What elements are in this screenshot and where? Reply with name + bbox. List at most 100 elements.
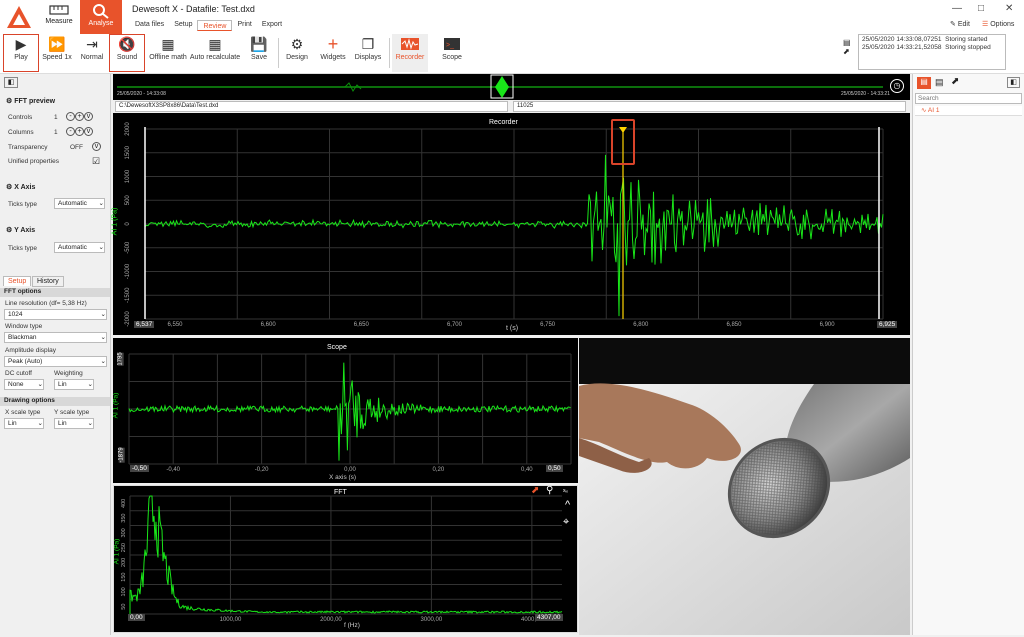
x-ticks-label: Ticks type: [8, 201, 38, 208]
amplitude-label: Amplitude display: [5, 347, 56, 354]
transparency-label: Transparency: [8, 144, 48, 151]
window-label: Window type: [5, 323, 43, 330]
weighting-label: Weighting: [54, 370, 83, 377]
controls-stepper[interactable]: - + v: [66, 112, 93, 121]
window-select[interactable]: Blackman ⌄: [4, 332, 107, 343]
recorder-ytick: -1000: [125, 263, 131, 279]
fft-preview-header: ⚙ FFT preview: [6, 98, 56, 105]
camera-image: [579, 383, 910, 635]
offline-math-button[interactable]: ▦ Offline math: [149, 34, 187, 72]
tab-history[interactable]: History: [32, 276, 64, 287]
tab-setup[interactable]: Setup: [169, 20, 197, 31]
clock-icon[interactable]: ◷: [890, 79, 904, 93]
fft-ytick: 350: [121, 514, 127, 523]
calculator-icon: ▦: [161, 35, 175, 52]
channel-item-ai1[interactable]: ∿ AI 1: [915, 106, 1022, 116]
play-icon: ▶: [15, 35, 27, 52]
normal-button[interactable]: ⇥ Normal: [76, 34, 108, 72]
unified-checkbox[interactable]: ☑: [92, 156, 102, 166]
recorder-display[interactable]: 2000 1500 1000 500 0 -500 -1000 -1500 -2000 6,550…: [111, 113, 910, 335]
fft-display[interactable]: 400 350 300 250 200 150 100 50 1000,00 2000,00 300…: [113, 485, 578, 633]
scope-xtick: -0,20: [255, 467, 269, 473]
fast-forward-icon: ⏩: [48, 35, 66, 52]
displays-icon: ❐: [361, 35, 375, 52]
recorder-tab[interactable]: Recorder: [392, 34, 428, 72]
fft-ytick: 150: [121, 573, 127, 582]
speed-button[interactable]: ⏩ Speed 1x: [40, 34, 74, 72]
y-ticks-label: Ticks type: [8, 245, 38, 252]
list-icon[interactable]: ▤: [935, 77, 944, 88]
recorder-xmax: 6,925: [877, 321, 898, 328]
log-icon[interactable]: ▤: [843, 38, 851, 47]
maximize-button[interactable]: □: [978, 3, 984, 14]
right-panel: ▤ ▤ ⬈ ◧ ∿ AI 1: [912, 74, 1024, 635]
chevron-down-icon: ⌄: [98, 244, 104, 251]
recalc-icon: ▦: [208, 35, 222, 52]
tab-data-files[interactable]: Data files: [130, 20, 169, 31]
chevron-down-icon[interactable]: v: [84, 112, 93, 121]
edit-button[interactable]: ✎ Edit: [950, 20, 970, 28]
fft-ytick: 400: [121, 499, 127, 508]
amplitude-select[interactable]: Peak (Auto) ⌄: [4, 356, 107, 367]
log-side-icons: ▤ ⬈: [843, 38, 853, 68]
transparency-dropdown[interactable]: v: [92, 142, 101, 151]
save-button[interactable]: 💾 Save: [246, 34, 272, 72]
fft-xtick: 1000,00: [220, 617, 242, 623]
columns-label: Columns: [8, 129, 34, 136]
y-scale-select[interactable]: Lin ⌄: [54, 418, 94, 429]
chevron-up-icon[interactable]: ^: [565, 499, 570, 511]
scope-xtick: 0,20: [433, 467, 445, 473]
fft-ytick: 200: [121, 558, 127, 567]
close-button[interactable]: ✕: [1005, 3, 1013, 14]
recorder-ytick: 2000: [125, 122, 131, 136]
minimize-button[interactable]: —: [952, 3, 962, 14]
plus-icon[interactable]: +: [75, 127, 84, 136]
zoom-icon[interactable]: ⚲: [546, 485, 553, 496]
recorder-xtick: 6,700: [447, 322, 463, 328]
pointer-icon[interactable]: ⬈: [951, 76, 959, 87]
displays-button[interactable]: ❐ Displays: [352, 34, 384, 72]
columns-stepper[interactable]: - + v: [66, 127, 93, 136]
line-res-select[interactable]: 1024 ⌄: [4, 309, 107, 320]
channels-icon[interactable]: ▤: [917, 77, 931, 89]
measure-button[interactable]: Measure: [38, 0, 80, 34]
scope-xtick: 0,00: [344, 467, 356, 473]
options-button[interactable]: ☰ Options: [982, 20, 1014, 28]
play-button[interactable]: ▶ Play: [3, 34, 39, 72]
y-axis-header: ⚙ Y Axis: [6, 227, 36, 234]
pointer-cursor-icon[interactable]: ⬈: [531, 485, 539, 496]
widgets-button[interactable]: + Widgets: [316, 34, 350, 72]
x-scale-select[interactable]: Lin ⌄: [4, 418, 44, 429]
event-log: 25/05/2020 14:33:08,07251 Storing starte…: [858, 34, 1006, 70]
svg-text:>_: >_: [446, 42, 454, 49]
minus-icon[interactable]: -: [66, 127, 75, 136]
scope-tab[interactable]: >_ Scope: [436, 34, 468, 72]
overview-strip[interactable]: 25/05/2020 - 14:33:08 25/05/2020 - 14:33…: [113, 74, 910, 100]
minus-icon[interactable]: -: [66, 112, 75, 121]
scope-display[interactable]: -0,40 -0,20 0,00 0,20 0,40 Scope X axis (s) …: [112, 338, 578, 483]
weighting-select[interactable]: Lin ⌄: [54, 379, 94, 390]
scope-xmin: -0,50: [130, 465, 149, 472]
tab-setup-panel[interactable]: Setup: [3, 276, 32, 286]
dc-cutoff-select[interactable]: None ⌄: [4, 379, 44, 390]
tab-print[interactable]: Print: [232, 20, 256, 31]
chevron-down-icon[interactable]: v: [84, 127, 93, 136]
collapse-panel-icon[interactable]: ◧: [1007, 77, 1020, 88]
scope-xmax: 0,50: [546, 465, 563, 472]
sound-button[interactable]: 🔇 Sound: [109, 34, 145, 72]
analyse-button[interactable]: Analyse: [80, 0, 122, 34]
channel-search-input[interactable]: [915, 93, 1022, 104]
tab-export[interactable]: Export: [257, 20, 287, 31]
tab-review[interactable]: Review: [197, 20, 233, 31]
log-entry: 25/05/2020 14:33:21,52058 Storing stoppe…: [862, 44, 991, 51]
x-ticks-select[interactable]: Automatic ⌄: [54, 198, 105, 209]
recorder-ytick: 1000: [125, 169, 131, 183]
auto-recalculate-button[interactable]: ▦ Auto recalculate: [189, 34, 241, 72]
design-button[interactable]: ⚙ Design: [283, 34, 311, 72]
crosshair-icon[interactable]: ⌖: [563, 516, 569, 529]
axis-type-icon[interactable]: xᵢₒ: [563, 488, 568, 494]
plus-icon[interactable]: +: [75, 112, 84, 121]
y-ticks-select[interactable]: Automatic ⌄: [54, 242, 105, 253]
pointer-icon[interactable]: ⬈: [843, 47, 850, 56]
collapse-panel-icon[interactable]: ◧: [4, 77, 18, 88]
